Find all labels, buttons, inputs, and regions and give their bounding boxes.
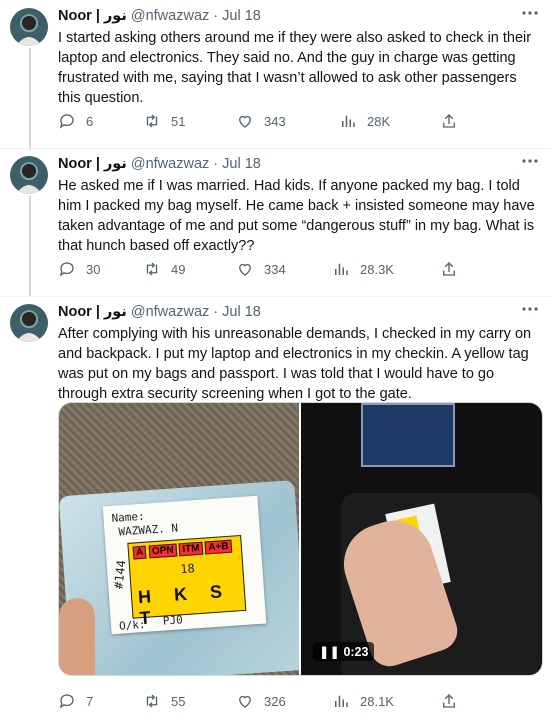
- handle[interactable]: @nfwazwaz: [131, 156, 209, 172]
- avatar[interactable]: [10, 156, 48, 194]
- view-count: 28.1K: [360, 693, 394, 709]
- display-name[interactable]: Noor | نور: [58, 8, 127, 24]
- reply-button[interactable]: 30: [58, 260, 100, 278]
- tweet-date[interactable]: Jul 18: [222, 304, 261, 320]
- tag-ok-label: O/k:: [118, 617, 146, 633]
- tweet-text: After complying with his unreasonable de…: [58, 326, 532, 402]
- retweet-button[interactable]: 55: [143, 692, 185, 710]
- retweet-button[interactable]: 51: [143, 112, 185, 130]
- like-button[interactable]: 334: [236, 260, 286, 278]
- views-icon: [342, 115, 355, 127]
- share-button[interactable]: [440, 112, 458, 130]
- views-button[interactable]: 28.1K: [332, 692, 394, 710]
- views-button[interactable]: 28.3K: [332, 260, 394, 278]
- share-icon: [443, 694, 455, 708]
- share-button[interactable]: [440, 260, 458, 278]
- action-bar: 30 49 334 28.3K: [58, 260, 498, 280]
- tag-name-label: Name:: [111, 509, 146, 525]
- views-button[interactable]: 28K: [339, 112, 390, 130]
- share-button[interactable]: [440, 692, 458, 710]
- tag-number: 18: [179, 561, 196, 577]
- handle[interactable]: @nfwazwaz: [131, 304, 209, 320]
- hand: [59, 598, 95, 675]
- more-icon[interactable]: [521, 300, 539, 323]
- share-icon: [443, 114, 455, 128]
- more-icon[interactable]: [521, 4, 539, 27]
- tweet-date[interactable]: Jul 18: [222, 8, 261, 24]
- heart-icon: [239, 695, 251, 708]
- tag-code: ITM: [178, 541, 204, 557]
- tag-code: A: [132, 545, 147, 560]
- tweet-header: Noor | نور @nfwazwaz · Jul 18: [58, 304, 261, 320]
- action-bar: 6 51 343 28K: [58, 112, 498, 132]
- action-bar: 7 55 326 28.1K: [58, 692, 498, 712]
- view-count: 28.3K: [360, 261, 394, 277]
- security-tag: Name: WAZWAZ. N A OPN ITM A+B 18 H K S T…: [102, 495, 267, 635]
- like-count: 326: [264, 693, 286, 709]
- separator-dot: ·: [213, 8, 219, 24]
- display-name[interactable]: Noor | نور: [58, 156, 127, 172]
- pause-icon[interactable]: ❚❚: [319, 645, 340, 659]
- more-icon[interactable]: [521, 152, 539, 175]
- tag-letters: H K S T: [137, 580, 232, 629]
- share-icon: [443, 262, 455, 276]
- tweet-header: Noor | نور @nfwazwaz · Jul 18: [58, 156, 261, 172]
- retweet-count: 49: [171, 261, 186, 277]
- like-button[interactable]: 343: [236, 112, 286, 130]
- tag-name-value: WAZWAZ. N: [118, 521, 179, 539]
- retweet-count: 51: [171, 113, 186, 129]
- airport-screen: [361, 403, 455, 467]
- heart-icon: [239, 115, 251, 128]
- retweet-icon: [146, 262, 158, 276]
- retweet-button[interactable]: 49: [143, 260, 185, 278]
- tag-code: A+B: [204, 539, 233, 555]
- separator-dot: ·: [213, 156, 219, 172]
- display-name[interactable]: Noor | نور: [58, 304, 127, 320]
- tweet[interactable]: Noor | نور @nfwazwaz · Jul 18 After comp…: [0, 296, 551, 722]
- retweet-count: 55: [171, 693, 186, 709]
- reply-icon: [59, 114, 74, 129]
- avatar[interactable]: [10, 304, 48, 342]
- yellow-code-box: A OPN ITM A+B 18 H K S T: [127, 534, 247, 628]
- reply-count: 6: [86, 113, 94, 129]
- views-icon: [335, 695, 348, 707]
- video-time: 0:23: [343, 645, 369, 659]
- reply-button[interactable]: 7: [58, 692, 93, 710]
- heart-icon: [239, 263, 251, 276]
- video-player[interactable]: ❚❚ 0:23: [301, 403, 542, 675]
- media-grid: Name: WAZWAZ. N A OPN ITM A+B 18 H K S T…: [58, 402, 543, 676]
- tweet[interactable]: Noor | نور @nfwazwaz · Jul 18 He asked m…: [0, 148, 551, 296]
- tag-code: OPN: [148, 543, 178, 559]
- tag-ok-value: PJ0: [162, 613, 184, 628]
- reply-button[interactable]: 6: [58, 112, 93, 130]
- tag-codes: A OPN ITM A+B: [132, 539, 233, 560]
- reply-count: 7: [86, 693, 94, 709]
- tag-side-mark: #144: [111, 559, 129, 590]
- tweet-text: I started asking others around me if the…: [58, 30, 532, 106]
- handle[interactable]: @nfwazwaz: [131, 8, 209, 24]
- tweet-header: Noor | نور @nfwazwaz · Jul 18: [58, 8, 261, 24]
- view-count: 28K: [367, 113, 391, 129]
- tweet-date[interactable]: Jul 18: [222, 156, 261, 172]
- retweet-icon: [146, 114, 158, 128]
- like-button[interactable]: 326: [236, 692, 286, 710]
- tweet[interactable]: Noor | نور @nfwazwaz · Jul 18 I started …: [0, 0, 551, 148]
- retweet-icon: [146, 694, 158, 708]
- like-count: 334: [264, 261, 286, 277]
- like-count: 343: [264, 113, 286, 129]
- views-icon: [335, 263, 348, 275]
- avatar[interactable]: [10, 8, 48, 46]
- separator-dot: ·: [213, 304, 219, 320]
- video-timestamp[interactable]: ❚❚ 0:23: [313, 642, 375, 661]
- reply-icon: [59, 694, 74, 709]
- reply-count: 30: [86, 261, 101, 277]
- photo-passport-tag[interactable]: Name: WAZWAZ. N A OPN ITM A+B 18 H K S T…: [59, 403, 299, 675]
- tweet-text: He asked me if I was married. Had kids. …: [58, 178, 535, 254]
- reply-icon: [59, 262, 74, 277]
